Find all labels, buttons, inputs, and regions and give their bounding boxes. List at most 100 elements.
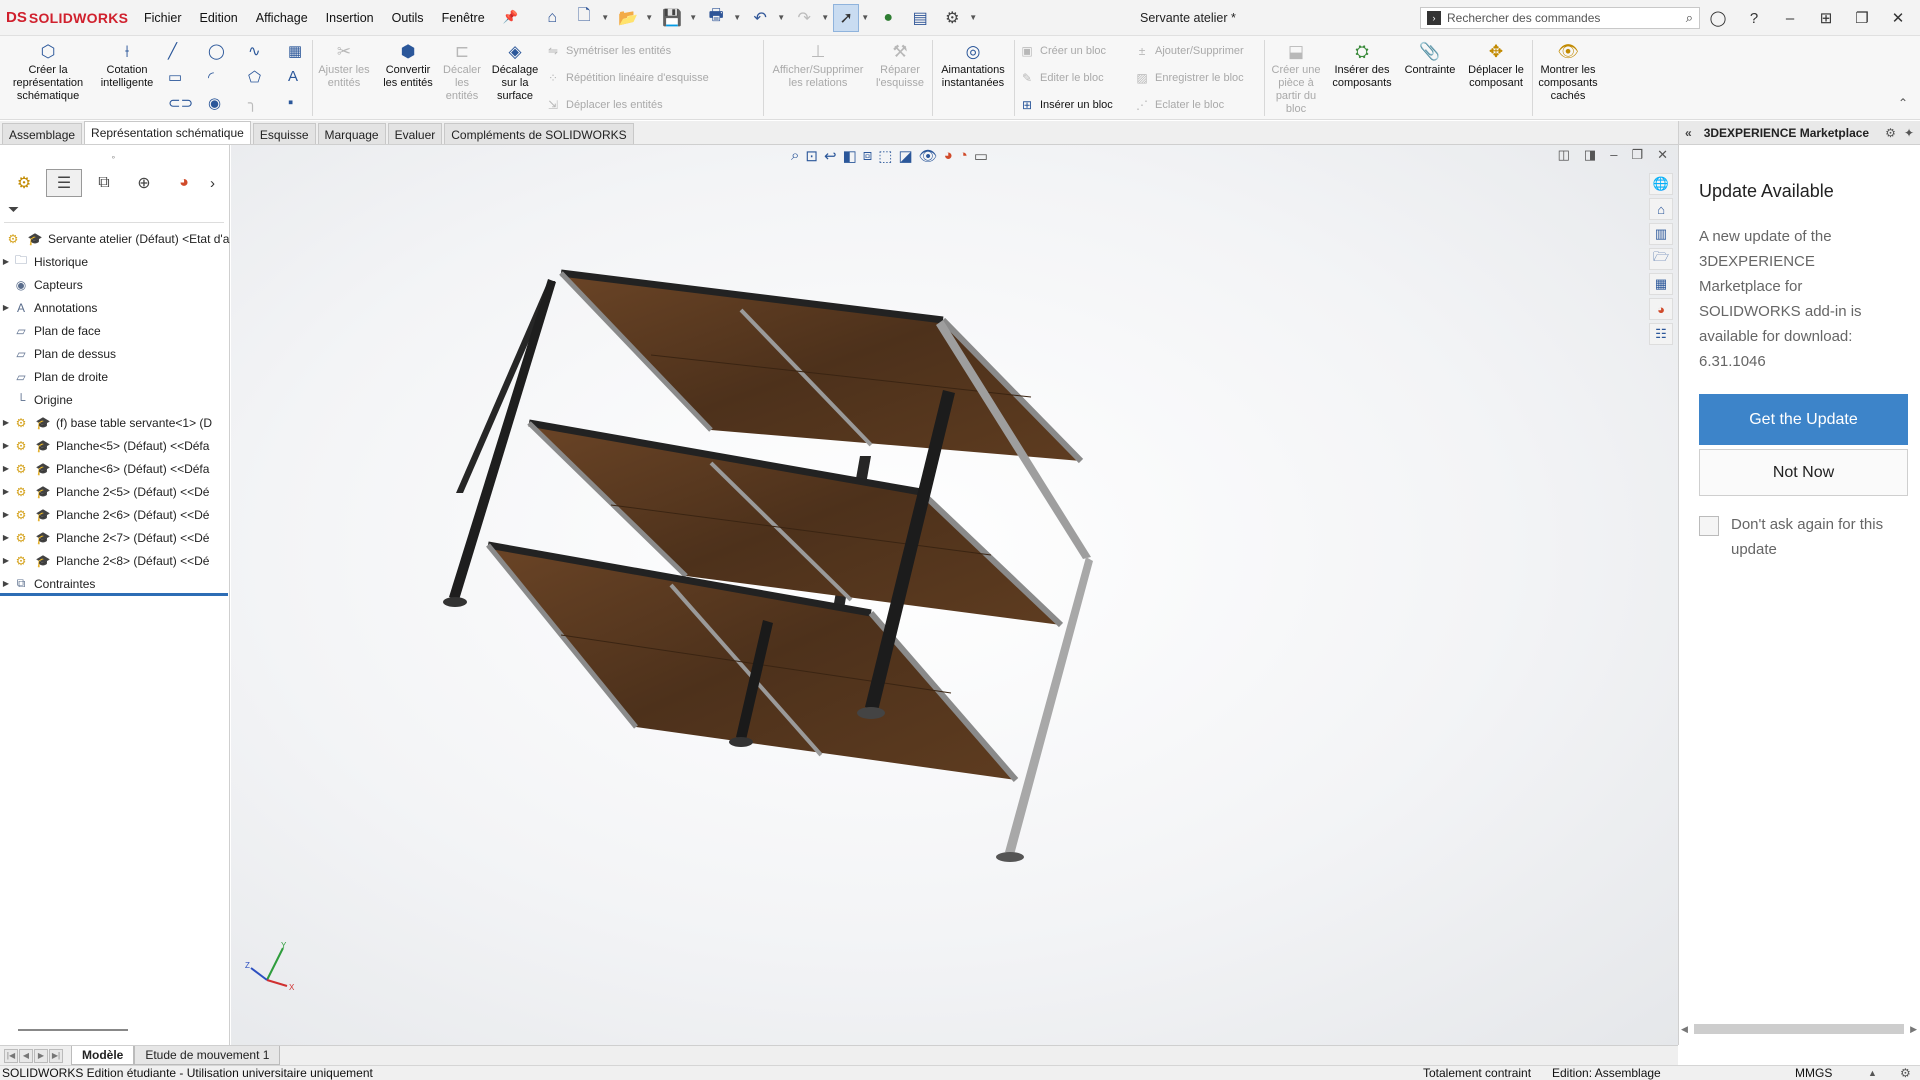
dimxpert-tab-icon[interactable]: ⊕ [126,169,162,197]
expand-arrow-icon[interactable]: ▶ [0,441,12,450]
options-gear-icon[interactable]: ⚙ [937,4,967,32]
tree-item-component[interactable]: ▶ ⚙ 🎓 Planche 2<5> (Défaut) <<Dé [0,480,230,503]
rectangle-tool-icon[interactable]: ▭ [168,68,182,86]
offset-on-surface-button[interactable]: ◈ Décalage sur la surface [488,42,542,103]
units-selector[interactable]: MMGS [1795,1066,1832,1080]
tree-item-plan-de-face[interactable]: ▱ Plan de face [0,319,230,342]
grid-tool-icon[interactable]: ▦ [288,42,302,60]
tab-esquisse[interactable]: Esquisse [252,123,316,144]
make-part-from-block-button[interactable]: ⬓ Créer une pièce à partir du bloc [1268,42,1324,116]
expand-arrow-icon[interactable]: ▶ [0,510,12,519]
custom-properties-icon[interactable]: ☷ [1649,323,1673,345]
home-tab-icon[interactable]: ⌂ [1649,198,1673,220]
new-document-icon[interactable]: 🗋 [569,4,599,32]
linear-pattern-button[interactable]: ⁘ Répétition linéaire d'esquisse [546,71,709,85]
display-delete-relations-button[interactable]: ⊥ Afficher/Supprimer les relations [766,42,870,90]
command-search-input[interactable]: › Rechercher des commandes ⌕ [1420,7,1700,29]
show-hidden-components-button[interactable]: 👁 Montrer les composants cachés [1536,42,1600,103]
smart-dimension-button[interactable]: ⟊ Cotation intelligente [96,42,158,90]
collapse-ribbon-icon[interactable]: ⌃ [1898,96,1908,110]
expand-arrow-icon[interactable]: ▶ [0,579,12,588]
expand-arrow-icon[interactable]: ▶ [0,487,12,496]
tab-marquage[interactable]: Marquage [317,123,386,144]
tile-windows-icon[interactable]: ⊞ [1810,4,1842,32]
collapse-chevron-icon[interactable]: « [1685,126,1692,140]
trim-entities-button[interactable]: ✂ Ajuster les entités [314,42,374,90]
traffic-light-icon[interactable]: ● [873,4,903,32]
menu-fichier[interactable]: Fichier [135,11,191,25]
tree-item-historique[interactable]: ▶ 🗀 Historique [0,250,230,273]
tab-evaluer[interactable]: Evaluer [387,123,443,144]
open-dropdown-icon[interactable]: ▼ [645,13,655,22]
more-tabs-chevron-icon[interactable]: › [210,175,215,192]
polygon-tool-icon[interactable]: ⬠ [248,68,261,86]
tree-item-origine[interactable]: └ Origine [0,388,230,411]
mirror-entities-button[interactable]: ⇋ Symétriser les entités [546,44,671,58]
last-tab-icon[interactable]: ▶| [49,1048,63,1063]
tree-item-component[interactable]: ▶ ⚙ 🎓 Planche 2<7> (Défaut) <<Dé [0,526,230,549]
tree-item-component[interactable]: ▶ ⚙ 🎓 Planche<6> (Défaut) <<Défa [0,457,230,480]
new-dropdown-icon[interactable]: ▼ [601,13,611,22]
explode-block-button[interactable]: ⋰ Eclater le bloc [1135,98,1224,112]
close-icon[interactable]: ✕ [1882,4,1914,32]
move-component-button[interactable]: ✥ Déplacer le composant [1462,42,1530,90]
mate-button[interactable]: 📎 Contrainte [1398,42,1462,77]
expand-arrow-icon[interactable]: ▶ [0,303,12,312]
tree-item-annotations[interactable]: ▶ A Annotations [0,296,230,319]
circle-tool-icon[interactable]: ◯ [208,42,225,60]
minimize-icon[interactable]: – [1774,4,1806,32]
units-dropdown-icon[interactable]: ▲ [1868,1066,1877,1080]
text-tool-icon[interactable]: A [288,68,298,85]
small-point-icon[interactable]: ▪ [288,94,293,111]
save-dropdown-icon[interactable]: ▼ [689,13,699,22]
add-remove-block-button[interactable]: ± Ajouter/Supprimer [1135,44,1244,58]
line-tool-icon[interactable]: ╱ [168,42,177,60]
help-icon[interactable]: ? [1738,4,1770,32]
panel-horizontal-scrollbar[interactable] [18,1029,128,1031]
menu-fenetre[interactable]: Fenêtre [433,11,494,25]
tab-modele[interactable]: Modèle [71,1046,135,1065]
menu-affichage[interactable]: Affichage [247,11,317,25]
offset-entities-button[interactable]: ⊏ Décaler les entités [440,42,484,103]
get-update-button[interactable]: Get the Update [1699,394,1908,445]
expand-arrow-icon[interactable]: ▶ [0,464,12,473]
save-block-button[interactable]: ▨ Enregistrer le bloc [1135,71,1243,85]
settings-gear-icon[interactable]: ⚙ [1885,126,1896,140]
appearances-icon[interactable]: ◕ [1649,298,1673,320]
tree-item-component[interactable]: ▶ ⚙ 🎓 Planche 2<6> (Défaut) <<Dé [0,503,230,526]
save-icon[interactable]: 💾 [657,4,687,32]
print-icon[interactable]: 🖶 [701,4,731,32]
graphics-area[interactable]: ⌕ ⊡ ↩ ◧ ⧈ ⬚ ◪ 👁 ◕ ◔ ▭ ◫ ◨ – ❐ ✕ Y X Z [231,145,1678,1045]
scroll-left-icon[interactable]: ◀ [1681,1024,1688,1035]
move-entities-button[interactable]: ⇲ Déplacer les entités [546,98,663,112]
spline-tool-icon[interactable]: ∿ [248,42,261,60]
panel-splitter-icon[interactable]: ⚬ [110,153,117,162]
tree-item-capteurs[interactable]: ◉ Capteurs [0,273,230,296]
options-dropdown-icon[interactable]: ▼ [969,13,979,22]
prev-tab-icon[interactable]: ◀ [19,1048,33,1063]
search-icon[interactable]: ⌕ [1686,10,1693,26]
view-palette-icon[interactable]: ▦ [1649,273,1673,295]
print-dropdown-icon[interactable]: ▼ [733,13,743,22]
tree-item-contraintes[interactable]: ▶ ⧉ Contraintes [0,572,230,595]
first-tab-icon[interactable]: |◀ [4,1048,18,1063]
tree-item-component[interactable]: ▶ ⚙ 🎓 Planche<5> (Défaut) <<Défa [0,434,230,457]
tree-filter[interactable]: ⏷ [4,201,224,223]
design-library-icon[interactable]: ▥ [1649,223,1673,245]
select-dropdown-icon[interactable]: ▼ [861,13,871,22]
pin-icon[interactable]: ✦ [1904,126,1914,140]
redo-dropdown-icon[interactable]: ▼ [821,13,831,22]
feature-manager-tab-icon[interactable]: ⚙ [6,169,42,197]
configuration-manager-tab-icon[interactable]: ⧉ [86,169,122,197]
file-properties-icon[interactable]: ▤ [905,4,935,32]
not-now-button[interactable]: Not Now [1699,449,1908,496]
make-block-button[interactable]: ▣ Créer un bloc [1020,44,1106,58]
menu-insertion[interactable]: Insertion [317,11,383,25]
display-manager-tab-icon[interactable]: ◕ [166,169,202,197]
assembly-3d-model[interactable] [231,145,1678,1045]
menu-outils[interactable]: Outils [383,11,433,25]
status-customize-icon[interactable]: ⚙ [1900,1066,1911,1080]
quick-snaps-button[interactable]: ◎ Aimantations instantanées [934,42,1012,90]
arc-tool-icon[interactable]: ◜ [208,68,214,86]
redo-icon[interactable]: ↷ [789,4,819,32]
